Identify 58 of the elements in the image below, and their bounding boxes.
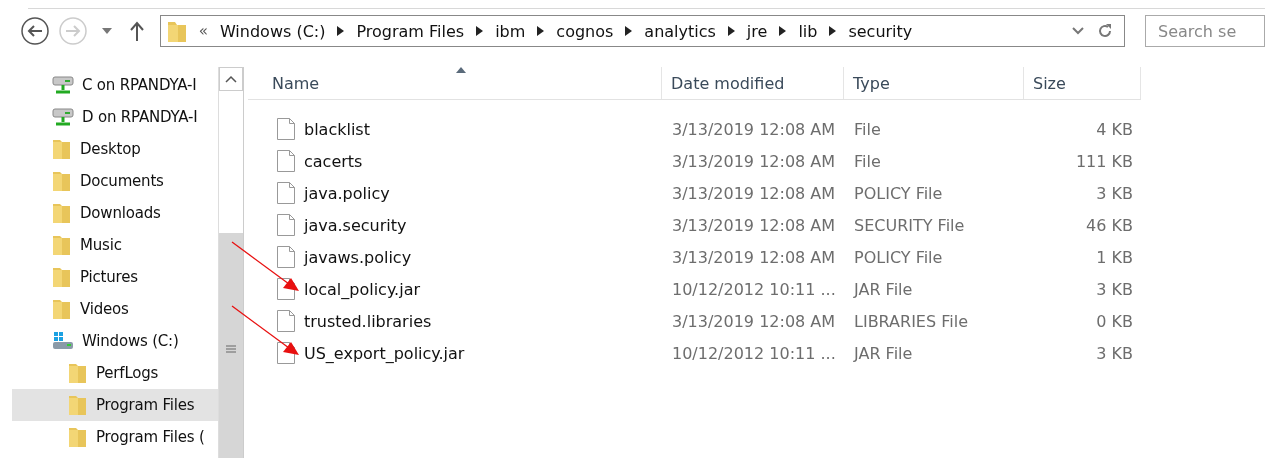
table-cell-text: 3/13/2019 12:08 AM [671,311,837,331]
sidebar-item[interactable]: Music [12,229,218,261]
table-cell-text: 3/13/2019 12:08 AM [671,183,837,203]
table-cell-text: 3 KB [1095,279,1134,299]
table-cell-text: 3/13/2019 12:08 AM [671,151,837,171]
file-name[interactable]: local_policy.jar [304,279,420,299]
file-name[interactable]: cacerts [304,151,363,171]
table-cell-text: 3 KB [1095,343,1134,363]
table-cell-text: SECURITY File [853,215,966,235]
breadcrumb[interactable]: Windows (C:) [219,21,326,41]
sidebar-item[interactable]: Downloads [12,197,218,229]
table-cell-text: 10/12/2012 10:11 ... [671,279,837,299]
table-cell-text: 46 KB [1085,215,1134,235]
table-cell-text: 3/13/2019 12:08 AM [671,215,837,235]
table-cell-text: POLICY File [853,247,944,267]
breadcrumb[interactable]: ibm [495,21,526,41]
column-header[interactable]: Date modified [662,67,844,99]
address-bar[interactable]: « Windows (C:) Program Files ibm cognos analytics jre lib security [159,15,1125,47]
table-cell-text: LIBRARIES File [853,311,969,331]
table-cell-text: 3/13/2019 12:08 AM [671,119,837,139]
sidebar-item[interactable]: C on RPANDYA-I [12,69,218,101]
breadcrumb[interactable]: security [848,21,913,41]
sidebar-item[interactable]: Desktop [12,133,218,165]
breadcrumb[interactable]: jre [746,21,768,41]
breadcrumb[interactable]: cognos [556,21,614,41]
sidebar-item[interactable]: Videos [12,293,218,325]
table-cell-text: 3/13/2019 12:08 AM [671,247,837,267]
file-name[interactable]: trusted.libraries [304,311,432,331]
sidebar-item[interactable]: PerfLogs [12,357,218,389]
breadcrumb[interactable]: lib [798,21,818,41]
sidebar-item[interactable]: Program Files [12,389,218,421]
table-cell-text: JAR File [852,343,914,363]
table-cell-text: 10/12/2012 10:11 ... [671,343,837,363]
table-cell-text: 4 KB [1095,119,1134,139]
sidebar-item[interactable]: D on RPANDYA-I [12,101,218,133]
sidebar-item[interactable]: Windows (C:) [12,325,218,357]
file-name[interactable]: US_export_policy.jar [304,343,465,363]
table-cell-text: POLICY File [853,183,944,203]
overflow-chevron[interactable]: « [198,22,208,40]
table-cell-text: File [853,119,882,139]
table-cell-text: 1 KB [1095,247,1134,267]
breadcrumb[interactable]: analytics [644,21,716,41]
sidebar-item[interactable]: Documents [12,165,218,197]
file-name[interactable]: java.security [304,215,407,235]
file-name[interactable]: javaws.policy [304,247,412,267]
table-cell-text: File [853,151,882,171]
column-header[interactable]: Type [844,67,1024,99]
column-header[interactable]: Size [1024,67,1141,99]
table-cell-text: 111 KB [1074,151,1134,171]
table-cell-text: 0 KB [1095,311,1134,331]
sidebar-item[interactable]: Program Files ( [12,421,218,453]
file-name[interactable]: blacklist [304,119,370,139]
file-name[interactable]: java.policy [304,183,390,203]
sidebar-item[interactable]: Pictures [12,261,218,293]
table-cell-text: 3 KB [1095,183,1134,203]
breadcrumb[interactable]: Program Files [356,21,465,41]
table-cell-text: JAR File [852,279,914,299]
search-field[interactable]: Search se [1145,15,1265,47]
